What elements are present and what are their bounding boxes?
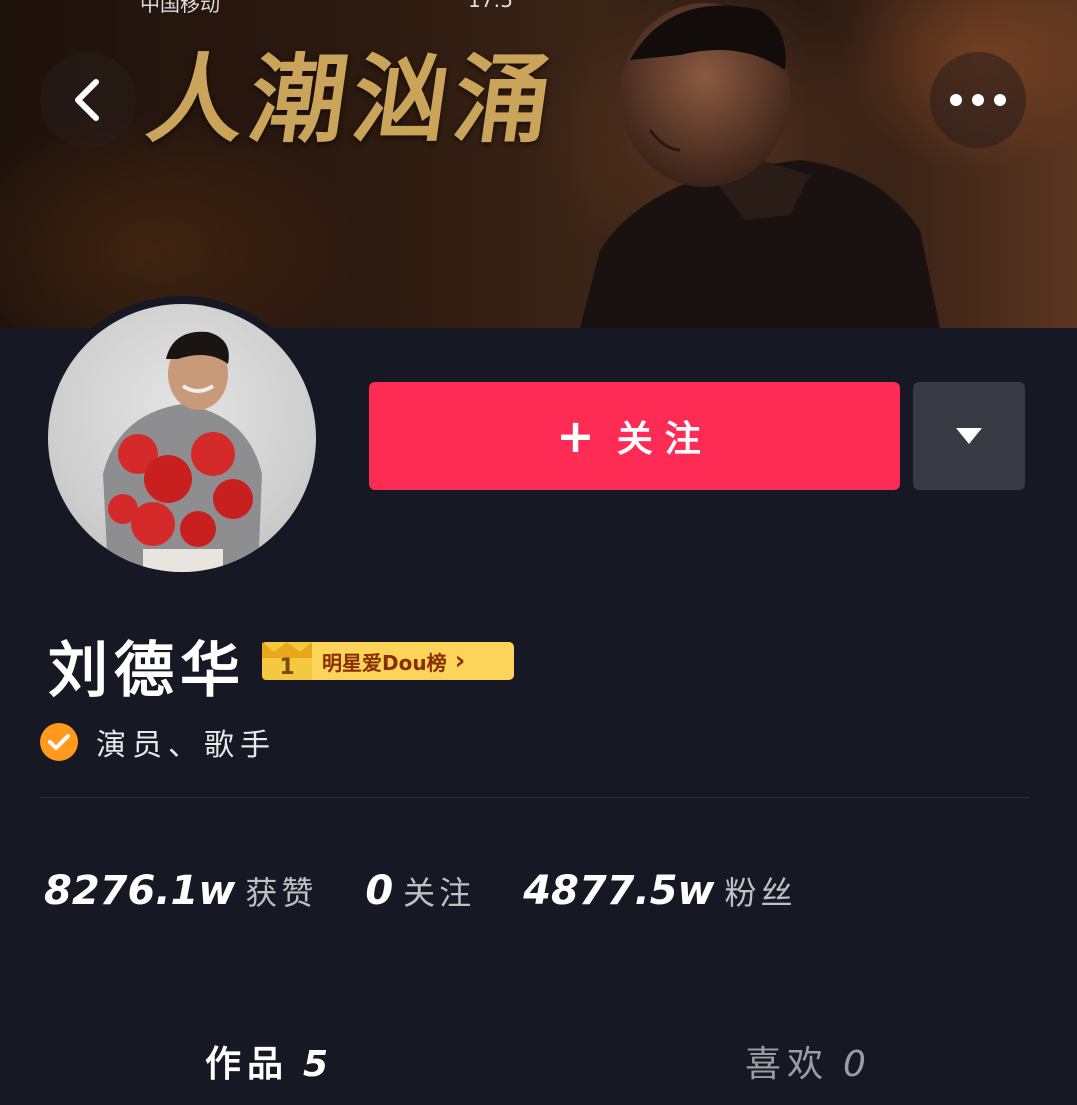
back-button[interactable] — [40, 52, 136, 148]
carrier-label: 中国移动 — [140, 0, 220, 16]
rank-crown: 1 — [262, 642, 312, 680]
rank-label: 明星爱Dou榜 — [322, 650, 447, 675]
rank-label-box: 明星爱Dou榜 › — [312, 642, 514, 680]
stat-followers-label: 粉丝 — [724, 874, 797, 912]
back-arrow-icon — [75, 79, 99, 121]
profile-cover-banner: 中国移动 17:5 人潮汹涌 — [0, 0, 1077, 328]
tab-likes-label: 喜欢 — [745, 1044, 830, 1085]
tab-works[interactable]: 作品 5 — [205, 1035, 334, 1087]
stat-followers[interactable]: 4877.5w 粉丝 — [523, 868, 796, 914]
clock-label: 17:5 — [468, 0, 513, 12]
stat-following-label: 关注 — [403, 874, 476, 912]
more-dots-icon — [950, 94, 1006, 106]
dropdown-triangle-icon — [956, 428, 982, 444]
profile-name: 刘德华 — [48, 636, 246, 706]
verified-check-icon — [40, 723, 78, 761]
rank-number: 1 — [279, 655, 295, 680]
banner-actor-figure — [580, 3, 940, 328]
stat-likes-value: 8276.1w — [44, 868, 236, 914]
verification-row: 演员、歌手 — [40, 720, 276, 764]
verified-role: 演员、歌手 — [96, 728, 276, 763]
banner-title: 人潮汹涌 — [140, 43, 565, 156]
tab-works-label: 作品 — [205, 1044, 290, 1085]
avatar-photo — [48, 304, 316, 572]
chevron-right-icon: › — [454, 646, 466, 676]
stat-following-value: 0 — [365, 868, 394, 914]
stat-following[interactable]: 0 关注 — [365, 868, 475, 914]
divider — [40, 797, 1030, 798]
more-options-button[interactable] — [930, 52, 1026, 148]
plus-icon: + — [556, 409, 607, 463]
stat-followers-value: 4877.5w — [523, 868, 715, 914]
stats-row: 8276.1w 获赞 0 关注 4877.5w 粉丝 — [44, 868, 845, 914]
follow-button[interactable]: + 关注 — [369, 382, 900, 490]
stat-likes[interactable]: 8276.1w 获赞 — [44, 868, 317, 914]
stat-likes-label: 获赞 — [245, 874, 318, 912]
follow-button-label: 关注 — [616, 419, 713, 460]
rank-badge[interactable]: 1 明星爱Dou榜 › — [262, 642, 514, 680]
tab-works-count: 5 — [303, 1044, 335, 1085]
avatar[interactable] — [40, 296, 324, 580]
tab-likes-count: 0 — [843, 1044, 872, 1085]
content-tabs: 作品 5 喜欢 0 — [0, 1035, 1077, 1095]
tab-likes[interactable]: 喜欢 0 — [745, 1035, 872, 1087]
recommend-dropdown-button[interactable] — [913, 382, 1025, 490]
